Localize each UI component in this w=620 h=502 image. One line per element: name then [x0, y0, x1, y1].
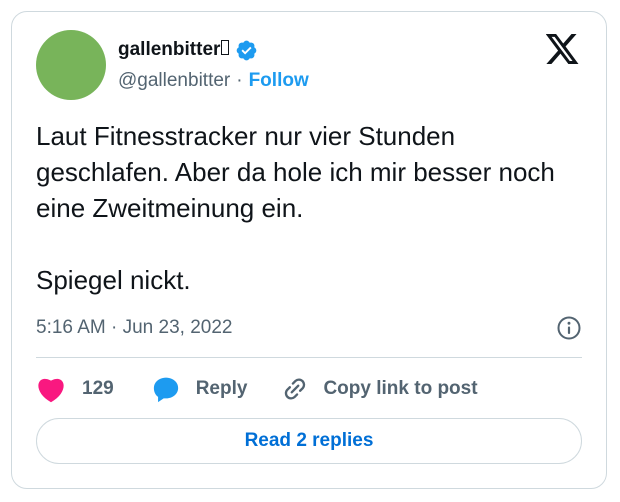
tweet-paragraph: Spiegel nickt.: [36, 265, 191, 295]
tweet-timestamp[interactable]: 5:16 AM · Jun 23, 2022: [36, 317, 232, 339]
tweet-paragraph: Laut Fitnesstracker nur vier Stunden ges…: [36, 121, 555, 223]
author-display-name[interactable]: gallenbitter: [118, 39, 230, 61]
author-handle-row: @gallenbitter · Follow: [118, 70, 309, 92]
tweet-text: Laut Fitnesstracker nur vier Stunden ges…: [36, 118, 588, 298]
heart-icon: [38, 378, 64, 403]
divider: [36, 357, 582, 358]
reply-button[interactable]: Reply: [152, 375, 248, 403]
follow-button[interactable]: Follow: [249, 70, 309, 92]
reply-bubble-icon: [153, 377, 178, 403]
author-name-row: gallenbitter: [118, 38, 258, 62]
x-logo-icon[interactable]: [546, 34, 580, 64]
info-icon[interactable]: [556, 315, 582, 341]
verified-badge-icon: [237, 40, 257, 60]
reply-label: Reply: [195, 378, 248, 399]
like-button[interactable]: 129: [36, 375, 114, 403]
link-icon: [285, 378, 306, 400]
copy-link-button[interactable]: Copy link to post: [281, 375, 478, 403]
author-handle[interactable]: @gallenbitter: [118, 70, 230, 92]
action-bar: 129 Reply Copy link to post: [36, 372, 478, 406]
missing-emoji-glyph: [221, 40, 230, 55]
tweet-meta-row: 5:16 AM · Jun 23, 2022: [36, 314, 582, 342]
author-display-name-text: gallenbitter: [118, 39, 221, 60]
avatar[interactable]: [36, 30, 106, 100]
like-count: 129: [82, 378, 114, 399]
read-replies-button[interactable]: Read 2 replies: [36, 418, 582, 464]
copy-link-label: Copy link to post: [323, 378, 478, 399]
read-replies-label: Read 2 replies: [244, 430, 374, 451]
tweet-card: gallenbitter @gallenbitter · Follow Laut…: [11, 11, 607, 489]
handle-separator: ·: [236, 70, 243, 91]
